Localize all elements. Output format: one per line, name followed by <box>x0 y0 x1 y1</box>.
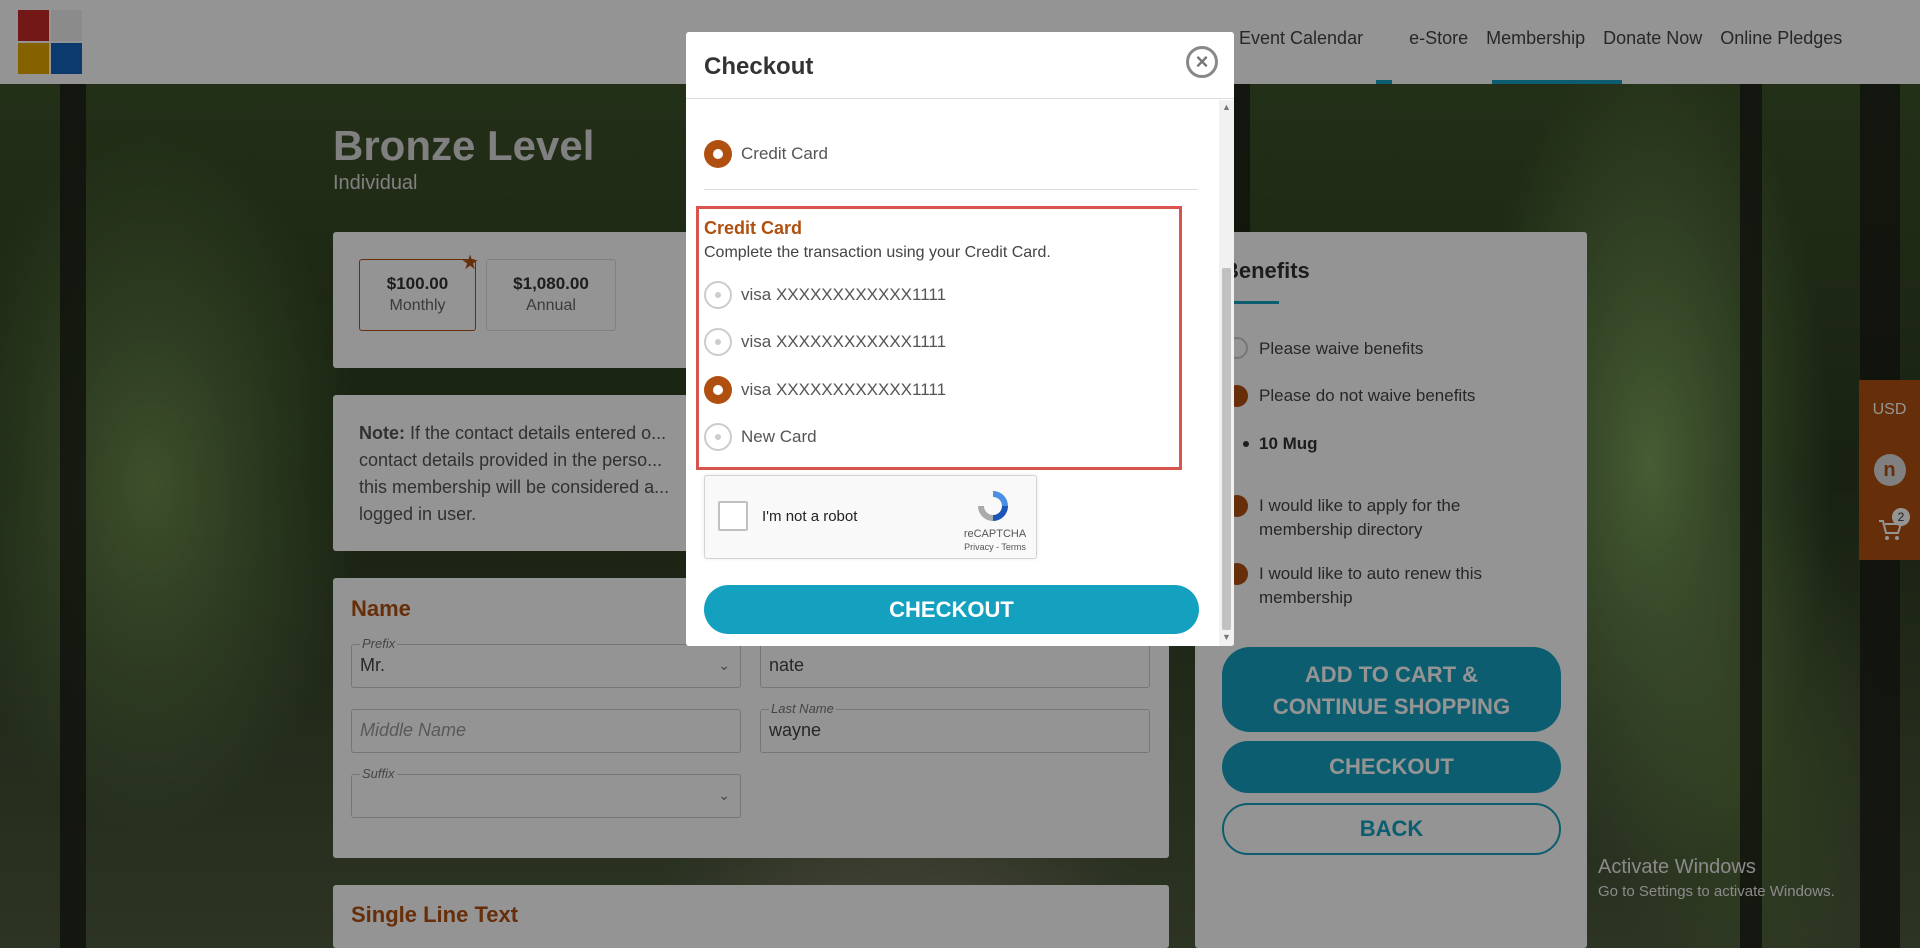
credit-card-description: Complete the transaction using your Cred… <box>704 244 1051 261</box>
saved-card-radio-3[interactable] <box>704 376 732 404</box>
close-icon[interactable]: × <box>1186 46 1218 78</box>
modal-title: Checkout <box>704 53 814 80</box>
recaptcha-brand: reCAPTCHA <box>963 528 1027 540</box>
saved-card-radio-1[interactable] <box>704 281 732 309</box>
saved-card-label-1: visa XXXXXXXXXXXX1111 <box>741 285 947 304</box>
modal-header: Checkout × <box>686 32 1234 99</box>
scrollbar-thumb[interactable] <box>1222 268 1231 630</box>
checkout-modal: Checkout × Credit Card Credit Card Compl… <box>686 32 1234 646</box>
recaptcha-label: I'm not a robot <box>762 508 858 525</box>
recaptcha-logo-icon <box>978 491 1008 521</box>
saved-card-label-2: visa XXXXXXXXXXXX1111 <box>741 332 947 351</box>
divider <box>704 189 1198 190</box>
credit-card-title: Credit Card <box>704 218 803 238</box>
saved-card-radio-2[interactable] <box>704 328 732 356</box>
recaptcha-checkbox[interactable] <box>718 501 748 531</box>
new-card-label: New Card <box>741 427 817 446</box>
scroll-up-arrow-icon[interactable]: ▲ <box>1222 102 1231 112</box>
scroll-down-arrow-icon[interactable]: ▼ <box>1222 632 1231 642</box>
payment-method-radio[interactable] <box>704 140 732 168</box>
modal-checkout-button[interactable]: CHECKOUT <box>704 585 1199 634</box>
modal-body: Credit Card Credit Card Complete the tra… <box>686 100 1219 646</box>
recaptcha-widget: I'm not a robot reCAPTCHA Privacy - Term… <box>704 475 1037 559</box>
payment-method-label: Credit Card <box>741 144 828 163</box>
modal-scrollbar[interactable]: ▲ ▼ <box>1219 100 1234 646</box>
saved-card-label-3: visa XXXXXXXXXXXX1111 <box>741 380 947 399</box>
recaptcha-links[interactable]: Privacy - Terms <box>960 542 1030 552</box>
new-card-radio[interactable] <box>704 423 732 451</box>
